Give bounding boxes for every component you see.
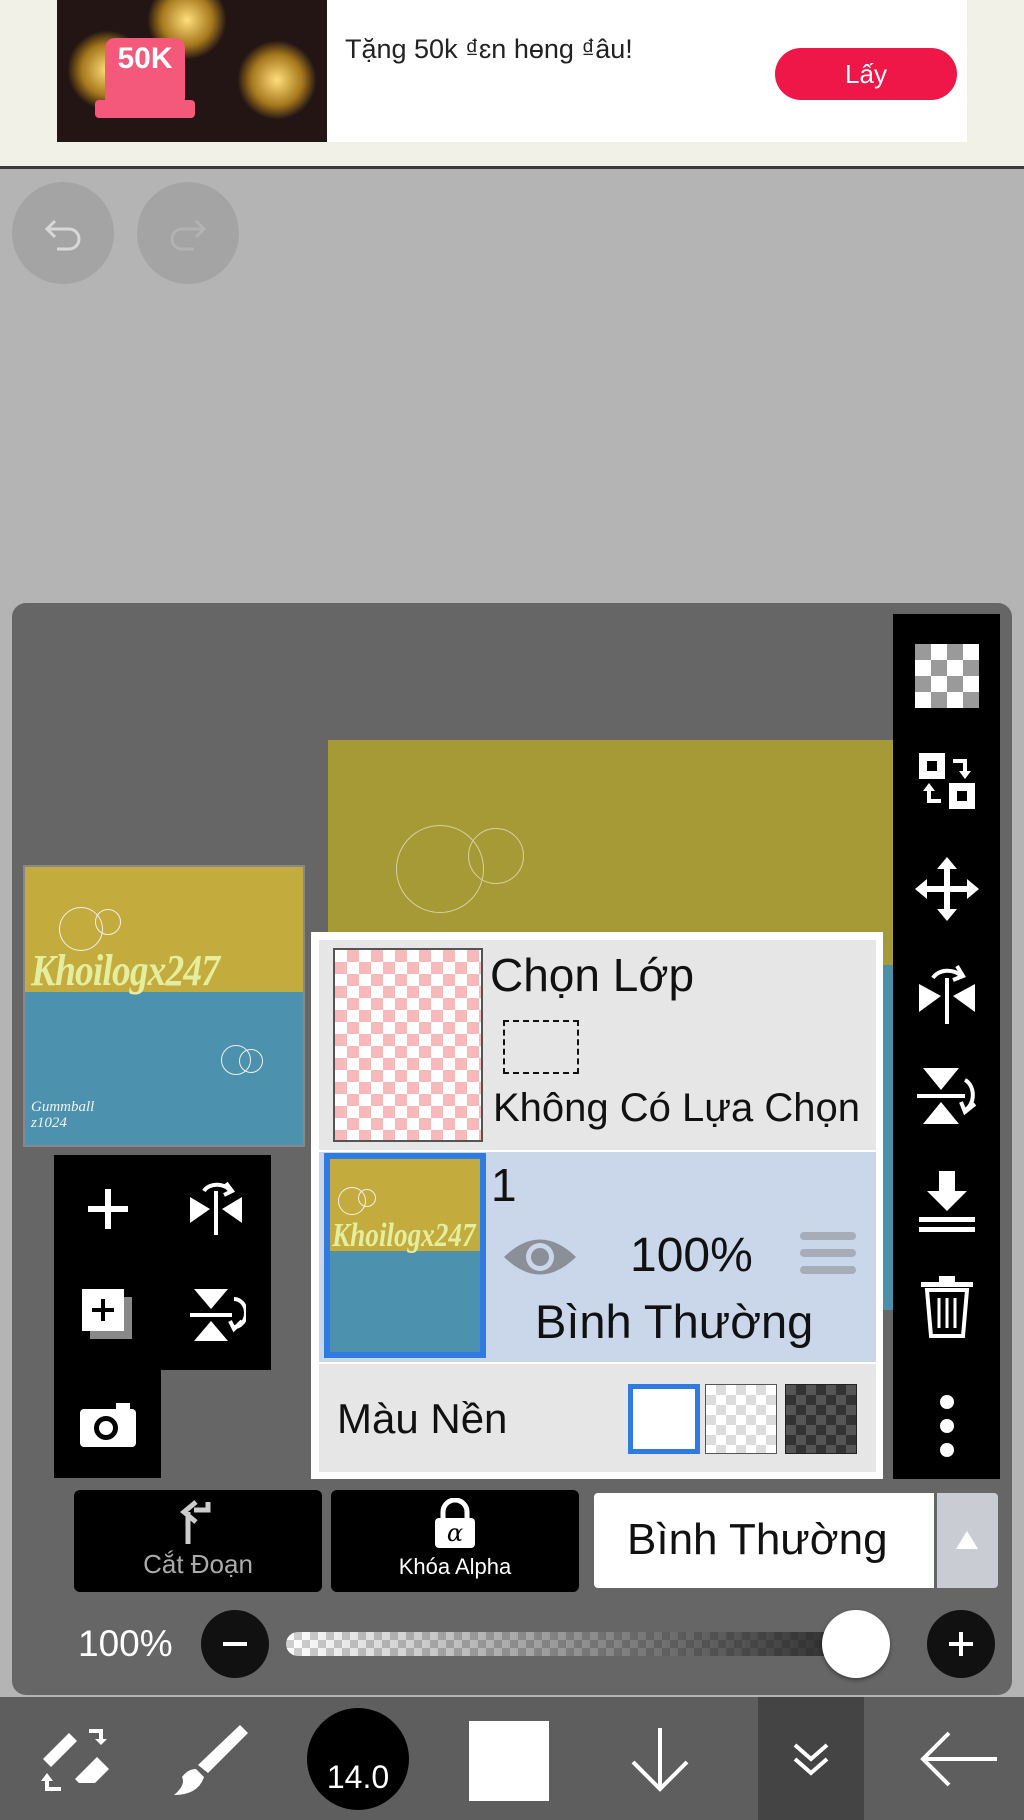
flip-horizontal-icon	[918, 964, 975, 1024]
layers-icon	[793, 1743, 829, 1776]
lock-icon: α	[435, 1498, 475, 1548]
brush-icon	[174, 1724, 248, 1795]
selection-layer-title: Chọn Lớp	[490, 949, 695, 1001]
ad-badge: 50K	[105, 38, 185, 108]
more-vertical-icon	[939, 1395, 954, 1457]
canvas-thumbnail[interactable]: Khoilogx247 Gummball z1024	[23, 865, 305, 1147]
background-white-option[interactable]	[628, 1384, 700, 1454]
tool-switch-button[interactable]	[0, 1697, 150, 1820]
opacity-label: 100%	[78, 1623, 173, 1664]
thumbnail-signature: Gummball z1024	[31, 1099, 95, 1131]
redo-button[interactable]	[137, 182, 239, 284]
layer-thumbnail-title: Khoilogx247	[332, 1217, 476, 1254]
layer-name: 1	[491, 1159, 517, 1211]
delete-layer-button[interactable]	[893, 1254, 1000, 1358]
brush-button[interactable]	[135, 1697, 285, 1820]
add-copy-layer-button[interactable]	[58, 1265, 158, 1365]
flip-vertical-icon	[190, 1289, 246, 1341]
thumbnail-title: Khoilogx247	[31, 946, 220, 995]
ad-text: Tặng 50k ₫ɛn hɵng ₫âu!	[345, 34, 633, 64]
selection-layer-thumbnail	[333, 948, 483, 1142]
undo-icon	[44, 219, 81, 251]
layer-tools-camera	[54, 1370, 161, 1478]
blend-mode-value: Bình Thường	[627, 1515, 888, 1564]
selection-status: Không Có Lựa Chọn	[493, 1086, 861, 1130]
layers-tab[interactable]	[758, 1697, 864, 1820]
brush-size-button[interactable]: 14.0	[307, 1708, 409, 1810]
color-swatch[interactable]	[469, 1721, 549, 1801]
background-label: Màu Nền	[337, 1395, 508, 1442]
layer-opacity: 100%	[630, 1229, 753, 1282]
opacity-decrease-button[interactable]	[201, 1610, 269, 1678]
camera-button[interactable]	[58, 1374, 158, 1474]
triangle-up-icon	[956, 1531, 978, 1549]
background-dark-option[interactable]	[785, 1384, 857, 1454]
trash-icon	[920, 1276, 973, 1338]
clipping-icon	[180, 1500, 211, 1544]
merge-down-icon	[918, 1171, 975, 1232]
tool-switch-icon	[41, 1728, 109, 1791]
flip-horizontal-side-button[interactable]	[893, 942, 1000, 1046]
background-transparent-option[interactable]	[705, 1384, 777, 1454]
camera-icon	[80, 1403, 136, 1447]
add-layer-button[interactable]	[58, 1159, 158, 1259]
layer-blend-mode: Bình Thường	[535, 1295, 814, 1348]
layer-thumbnail[interactable]: Khoilogx247	[324, 1153, 486, 1358]
side-toolbar	[893, 614, 1000, 1479]
download-button[interactable]	[585, 1697, 735, 1820]
layer-swap-icon	[918, 753, 975, 809]
visibility-toggle[interactable]	[502, 1232, 578, 1287]
back-button[interactable]	[884, 1697, 1024, 1820]
undo-button[interactable]	[12, 182, 114, 284]
ad-image[interactable]	[57, 0, 327, 142]
drag-handle-icon[interactable]	[800, 1232, 856, 1283]
opacity-slider-thumb[interactable]	[822, 1610, 890, 1678]
merge-down-button[interactable]	[893, 1149, 1000, 1253]
move-button[interactable]	[893, 837, 1000, 941]
redo-icon	[170, 219, 207, 251]
minus-icon	[223, 1642, 247, 1646]
brush-size-value: 14.0	[326, 1759, 390, 1795]
blend-mode-select[interactable]: Bình Thường	[594, 1493, 934, 1588]
ad-cta-button[interactable]: Lấy	[775, 48, 957, 100]
layer-tools	[54, 1155, 271, 1370]
flip-vertical-button[interactable]	[166, 1265, 266, 1365]
alpha-lock-label: Khóa Alpha	[398, 1554, 512, 1579]
flip-vertical-icon	[916, 1068, 976, 1124]
svg-text:α: α	[447, 1519, 463, 1547]
move-icon	[914, 857, 979, 921]
back-icon	[920, 1731, 997, 1786]
selection-marquee-icon	[503, 1020, 579, 1074]
add-layer-copy-icon	[82, 1289, 132, 1339]
clipping-button[interactable]: Cắt Đoạn	[74, 1490, 322, 1592]
add-layer-icon	[88, 1189, 128, 1229]
flip-horizontal-button[interactable]	[166, 1159, 266, 1259]
opacity-increase-button[interactable]	[927, 1610, 995, 1678]
transparency-button[interactable]	[893, 624, 1000, 728]
layer-swap-button[interactable]	[893, 729, 1000, 833]
flip-horizontal-icon	[190, 1181, 242, 1235]
more-button[interactable]	[893, 1374, 1000, 1478]
clipping-label: Cắt Đoạn	[143, 1549, 253, 1579]
alpha-lock-button[interactable]: α Khóa Alpha	[331, 1490, 579, 1592]
download-icon	[631, 1727, 689, 1792]
opacity-slider-track[interactable]	[286, 1632, 886, 1656]
flip-vertical-side-button[interactable]	[893, 1044, 1000, 1148]
blend-mode-dropdown-button[interactable]	[937, 1493, 998, 1588]
checker-icon	[914, 644, 979, 708]
ad-badge-ribbon	[95, 100, 195, 118]
plus-icon	[949, 1632, 973, 1656]
eye-icon	[504, 1239, 576, 1275]
